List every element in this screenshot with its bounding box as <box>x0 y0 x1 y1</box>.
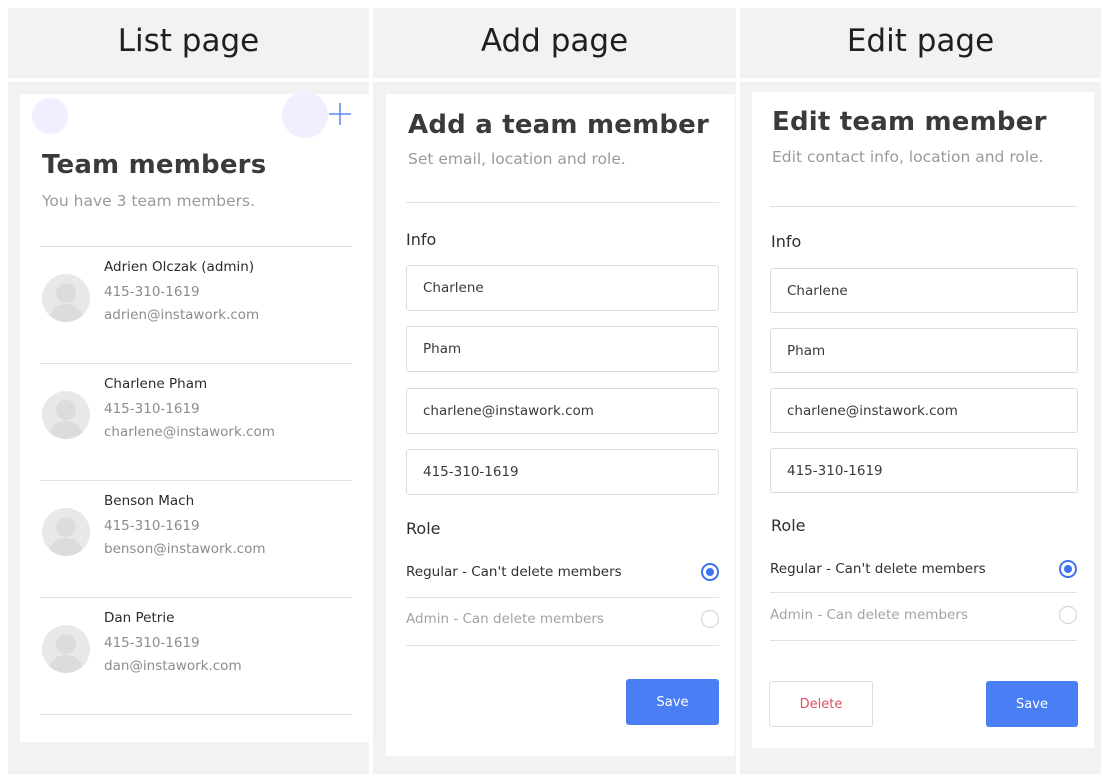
email-input[interactable] <box>423 403 718 419</box>
page-subtitle: Set email, location and role. <box>408 150 626 168</box>
role-divider <box>770 592 1077 593</box>
member-phone: 415-310-1619 <box>104 284 200 300</box>
role-option-admin[interactable]: Admin - Can delete members <box>770 603 1077 627</box>
member-name: Benson Mach <box>104 493 195 509</box>
avatar <box>42 625 90 673</box>
list-item[interactable]: Benson Mach 415-310-1619 benson@instawor… <box>20 481 371 598</box>
phone-field[interactable] <box>406 449 719 495</box>
member-email: benson@instawork.com <box>104 541 266 557</box>
member-name: Charlene Pham <box>104 376 208 392</box>
radio-checked-icon[interactable] <box>1059 560 1077 578</box>
avatar <box>42 274 90 322</box>
header-divider <box>740 78 1101 82</box>
page-subtitle: Edit contact info, location and role. <box>772 148 1044 166</box>
edit-page-header: Edit page <box>846 23 995 59</box>
edit-page-card: Edit team member Edit contact info, loca… <box>752 92 1094 748</box>
add-page-header: Add page <box>480 23 629 59</box>
list-item[interactable]: Adrien Olczak (admin) 415-310-1619 adrie… <box>20 247 371 364</box>
last-name-field[interactable] <box>770 328 1078 373</box>
member-phone: 415-310-1619 <box>104 635 200 651</box>
phone-field[interactable] <box>770 448 1078 493</box>
save-button[interactable]: Save <box>626 679 719 725</box>
title-divider <box>770 206 1077 207</box>
first-name-input[interactable] <box>787 282 1077 299</box>
first-name-input[interactable] <box>423 280 718 296</box>
email-field[interactable] <box>406 388 719 434</box>
title-divider <box>406 202 719 203</box>
first-name-field[interactable] <box>770 268 1078 313</box>
first-name-field[interactable] <box>406 265 719 311</box>
avatar <box>42 391 90 439</box>
row-divider <box>40 714 352 715</box>
role-option-admin[interactable]: Admin - Can delete members <box>406 607 719 631</box>
role-divider <box>406 645 719 646</box>
member-phone: 415-310-1619 <box>104 518 200 534</box>
phone-input[interactable] <box>787 462 1077 479</box>
list-page-card: Team members You have 3 team members. Ad… <box>20 92 371 742</box>
page-subtitle: You have 3 team members. <box>42 192 256 210</box>
role-divider <box>406 597 719 598</box>
list-page-column: List page Team members You have 3 team m… <box>8 8 371 774</box>
last-name-field[interactable] <box>406 326 719 372</box>
email-input[interactable] <box>787 402 1077 419</box>
role-option-label: Admin - Can delete members <box>406 611 604 627</box>
delete-button[interactable]: Delete <box>769 681 873 727</box>
page-title: Add a team member <box>408 110 710 140</box>
member-email: dan@instawork.com <box>104 658 242 674</box>
email-field[interactable] <box>770 388 1078 433</box>
header-divider <box>8 78 369 82</box>
info-label: Info <box>406 230 437 249</box>
member-email: adrien@instawork.com <box>104 307 260 323</box>
plus-icon[interactable] <box>326 100 354 128</box>
phone-input[interactable] <box>423 464 718 480</box>
member-email: charlene@instawork.com <box>104 424 275 440</box>
list-item[interactable]: Dan Petrie 415-310-1619 dan@instawork.co… <box>20 598 371 715</box>
edit-page-column: Edit page Edit team member Edit contact … <box>740 8 1101 774</box>
role-label: Role <box>406 519 441 538</box>
radio-unchecked-icon[interactable] <box>701 610 719 628</box>
role-option-label: Regular - Can't delete members <box>770 561 986 577</box>
save-button[interactable]: Save <box>986 681 1078 727</box>
list-item[interactable]: Charlene Pham 415-310-1619 charlene@inst… <box>20 364 371 481</box>
role-option-label: Regular - Can't delete members <box>406 564 622 580</box>
add-page-card: Add a team member Set email, location an… <box>386 94 735 756</box>
decorative-blob-left <box>32 98 68 134</box>
member-phone: 415-310-1619 <box>104 401 200 417</box>
page-title: Team members <box>42 150 267 180</box>
avatar <box>42 508 90 556</box>
role-option-regular[interactable]: Regular - Can't delete members <box>770 557 1077 581</box>
header-divider <box>373 78 736 82</box>
member-name: Dan Petrie <box>104 610 175 626</box>
list-page-header: List page <box>117 23 260 59</box>
page-title: Edit team member <box>772 107 1047 137</box>
member-name: Adrien Olczak (admin) <box>104 259 255 275</box>
radio-unchecked-icon[interactable] <box>1059 606 1077 624</box>
decorative-blob-right <box>282 92 328 138</box>
role-option-regular[interactable]: Regular - Can't delete members <box>406 560 719 584</box>
last-name-input[interactable] <box>423 341 718 357</box>
last-name-input[interactable] <box>787 342 1077 359</box>
add-page-column: Add page Add a team member Set email, lo… <box>373 8 736 774</box>
role-label: Role <box>771 516 806 535</box>
radio-checked-icon[interactable] <box>701 563 719 581</box>
role-divider <box>770 640 1077 641</box>
info-label: Info <box>771 232 802 251</box>
role-option-label: Admin - Can delete members <box>770 607 968 623</box>
